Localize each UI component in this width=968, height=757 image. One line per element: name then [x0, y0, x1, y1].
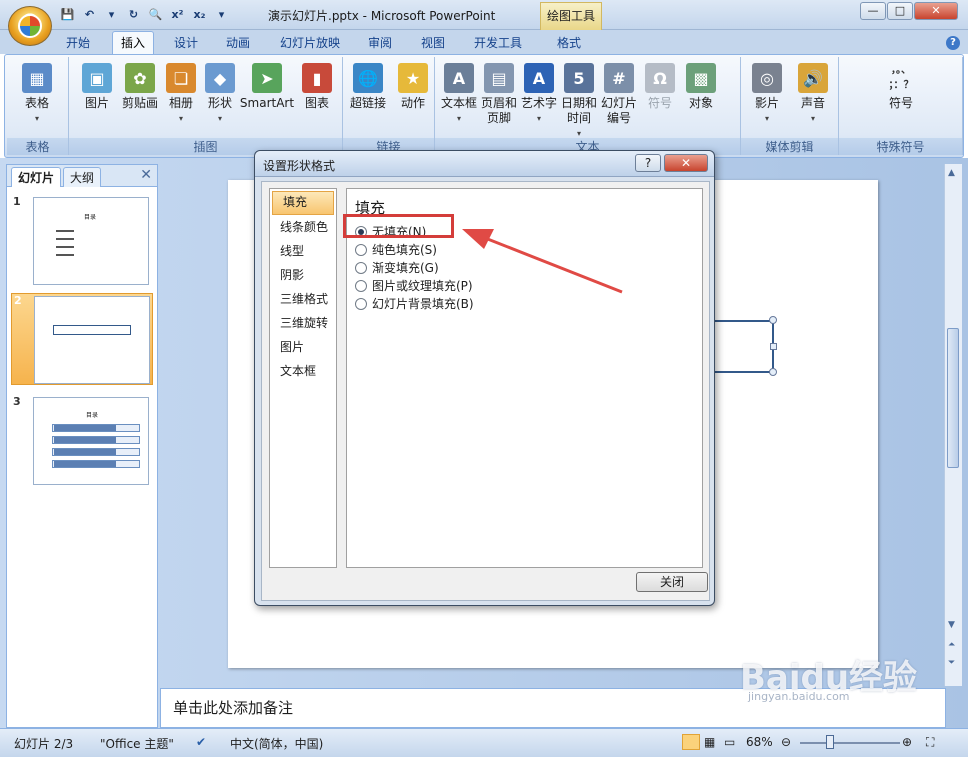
- office-logo-icon: [18, 14, 42, 38]
- office-button[interactable]: [8, 6, 52, 46]
- annotation-arrow: [462, 229, 623, 294]
